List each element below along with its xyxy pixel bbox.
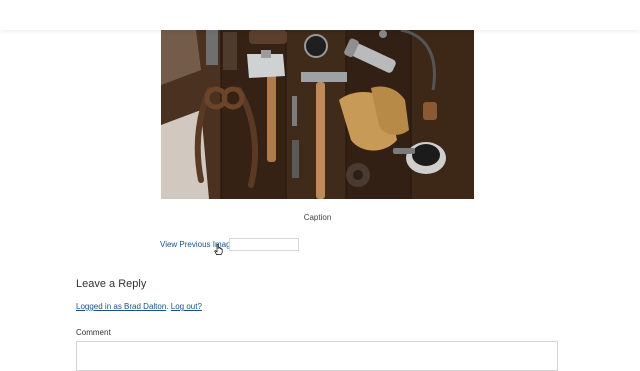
attachment-image[interactable]: [161, 30, 474, 199]
view-next-image-box[interactable]: [229, 238, 299, 251]
logged-in-notice: Logged in as Brad Dalton. Log out?: [76, 302, 202, 311]
view-previous-image-link[interactable]: View Previous Image: [160, 240, 235, 249]
leave-a-reply-heading: Leave a Reply: [76, 278, 147, 290]
image-caption: Caption: [303, 213, 332, 222]
profile-link[interactable]: Logged in as Brad Dalton: [76, 302, 166, 311]
tools-photo: [161, 30, 474, 199]
log-out-link[interactable]: Log out?: [171, 302, 202, 311]
hand-pointer-icon: [214, 244, 223, 255]
comment-textarea[interactable]: [76, 341, 558, 371]
comment-label: Comment: [76, 328, 111, 337]
site-header: [0, 0, 640, 30]
